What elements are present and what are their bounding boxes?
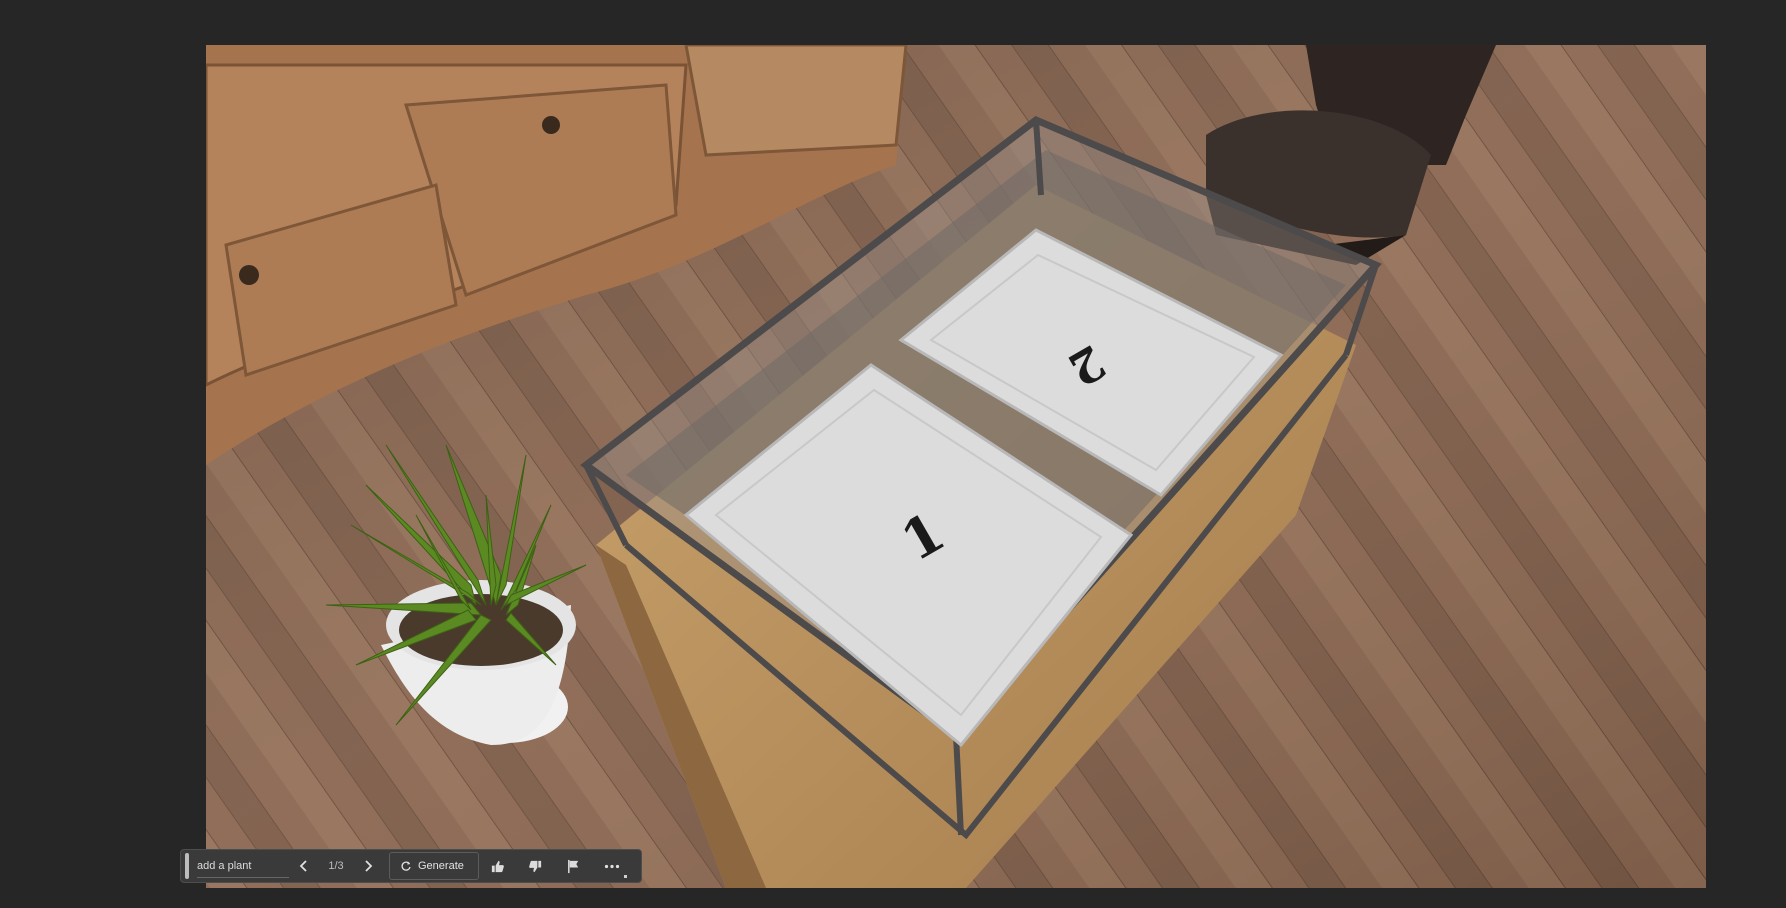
regenerate-icon — [401, 861, 411, 871]
dislike-button[interactable] — [517, 851, 555, 881]
generate-button[interactable]: Generate — [389, 852, 479, 880]
prompt-input[interactable]: add a plant — [197, 855, 289, 878]
report-button[interactable] — [555, 851, 593, 881]
next-variation-button[interactable] — [353, 851, 383, 881]
next-arrow-icon — [365, 860, 373, 872]
document-canvas[interactable]: 1 2 — [206, 45, 1706, 888]
drag-handle[interactable] — [185, 853, 189, 879]
previous-variation-button[interactable] — [289, 851, 319, 881]
generate-label: Generate — [418, 860, 464, 872]
variation-counter: 1/3 — [328, 860, 344, 872]
more-options-button[interactable] — [593, 851, 631, 881]
resize-corner — [623, 875, 627, 878]
prev-arrow-icon — [299, 860, 307, 872]
flag-icon — [568, 859, 579, 873]
contextual-taskbar: add a plant 1/3 Generate — [180, 849, 642, 883]
thumbs-up-icon — [492, 860, 505, 872]
thumbs-down-icon — [529, 860, 542, 872]
like-button[interactable] — [479, 851, 517, 881]
canvas-image: 1 2 — [206, 45, 1706, 888]
more-icon — [604, 864, 619, 868]
